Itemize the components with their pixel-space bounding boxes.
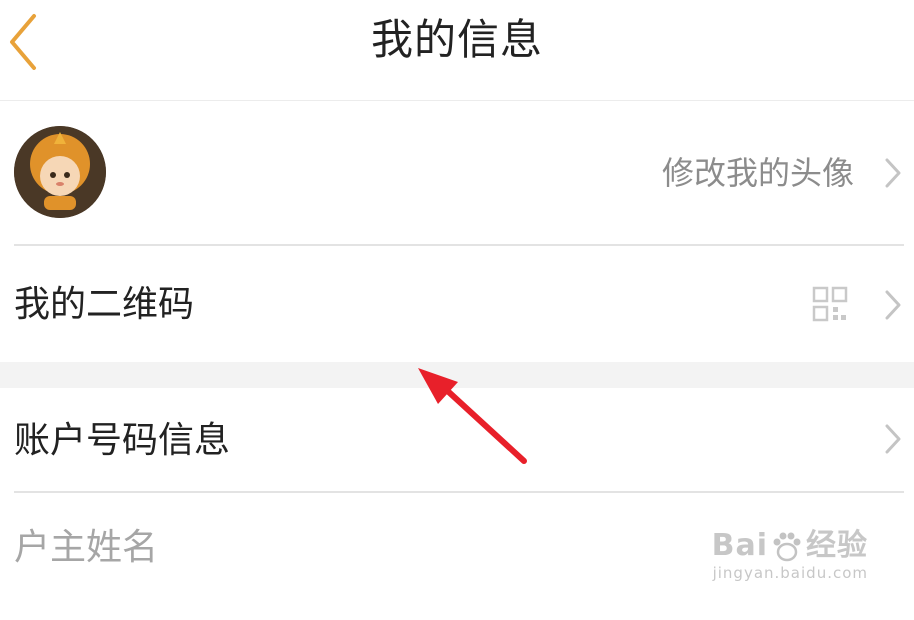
chevron-right-icon [885,290,901,320]
page-title: 我的信息 [370,15,543,64]
account-info-row[interactable]: 账户号码信息 [0,388,914,491]
owner-name-label: 户主姓名 [14,527,159,568]
qrcode-icon [812,286,848,322]
chevron-right-icon [885,424,901,454]
watermark-sub: jingyan.baidu.com [712,564,868,582]
change-avatar-label[interactable]: 修改我的头像 [662,150,854,196]
qrcode-label: 我的二维码 [14,284,195,325]
title-bar: 我的信息 [0,0,914,101]
account-info-label: 账户号码信息 [14,420,231,461]
avatar [14,126,106,218]
watermark-main-left: Bai [711,528,768,563]
baidu-jingyan-watermark: Bai 经验 jingyan.baidu.com [712,528,868,582]
qrcode-row[interactable]: 我的二维码 [0,246,914,362]
chevron-right-icon [885,158,901,188]
avatar-image [14,126,106,218]
baidu-paw-icon [773,532,801,561]
watermark-main-right: 经验 [806,528,868,563]
section-gap [0,362,914,388]
